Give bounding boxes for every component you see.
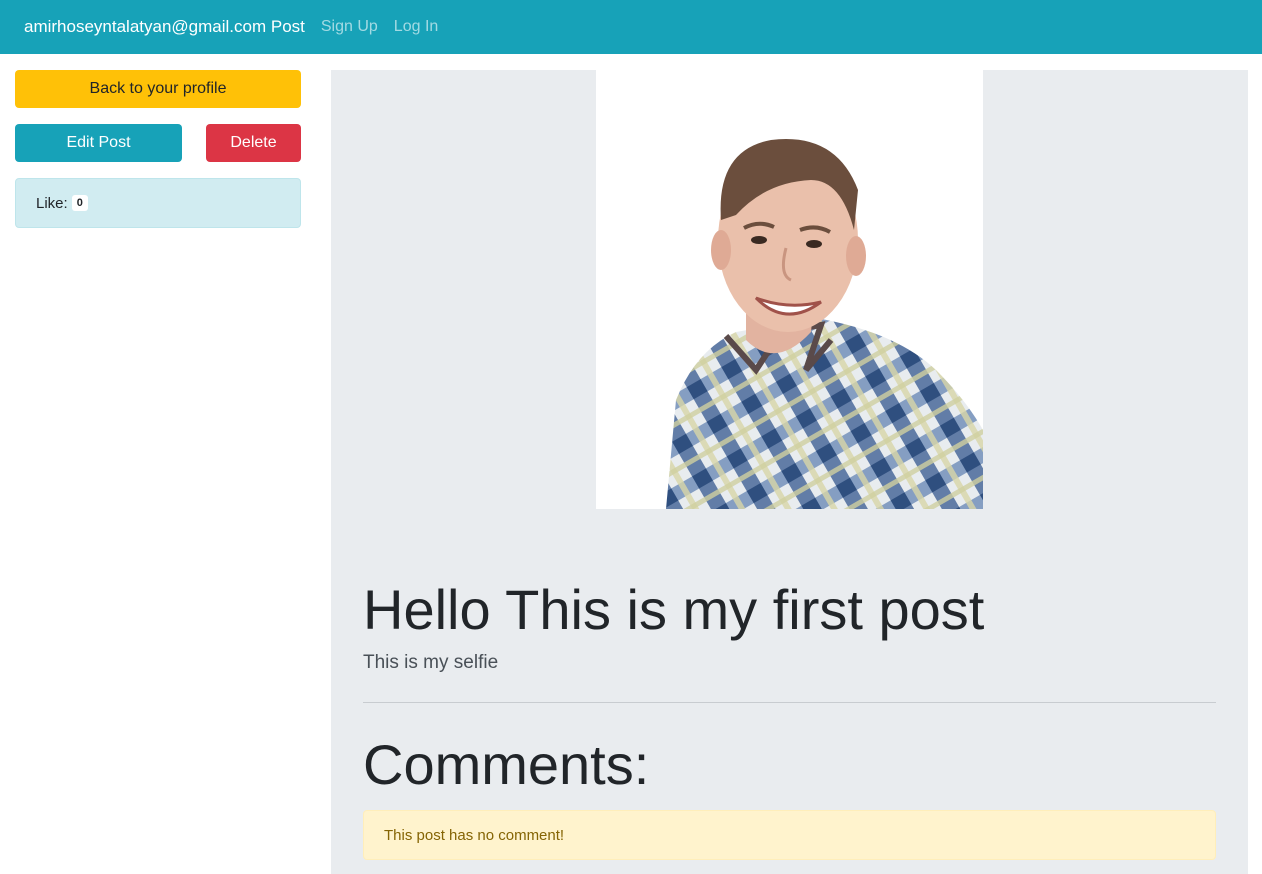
navbar-brand[interactable]: amirhoseyntalatyan@gmail.com Post	[24, 17, 305, 37]
nav-link-log-in[interactable]: Log In	[394, 18, 438, 36]
divider	[363, 702, 1216, 703]
back-to-profile-button[interactable]: Back to your profile	[15, 70, 301, 108]
edit-post-button[interactable]: Edit Post	[15, 124, 182, 162]
post-title: Hello This is my first post	[363, 578, 985, 641]
post-body: This is my selfie	[363, 652, 499, 673]
delete-post-button[interactable]: Delete	[206, 124, 301, 162]
post-actions: Edit Post Delete	[15, 124, 301, 162]
navbar: amirhoseyntalatyan@gmail.com Post Sign U…	[0, 0, 1262, 54]
like-label: Like:	[36, 194, 68, 212]
post-image	[596, 70, 983, 509]
selfie-photo	[596, 70, 983, 509]
nav-link-sign-up[interactable]: Sign Up	[321, 18, 378, 36]
no-comment-text: This post has no comment!	[384, 826, 565, 844]
like-count-badge: 0	[71, 195, 88, 211]
no-comment-alert: This post has no comment!	[363, 810, 1216, 860]
comments-heading: Comments:	[363, 733, 650, 796]
like-box[interactable]: Like: 0	[15, 178, 301, 228]
post-panel: Hello This is my first post This is my s…	[331, 70, 1248, 874]
sidebar: Back to your profile Edit Post Delete Li…	[15, 70, 301, 228]
